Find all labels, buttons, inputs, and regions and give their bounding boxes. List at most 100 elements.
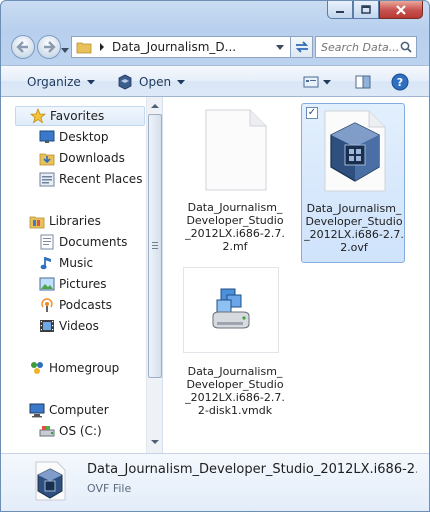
- open-label: Open: [139, 75, 172, 89]
- documents-icon: [39, 234, 55, 250]
- nav-item-pictures[interactable]: Pictures: [1, 274, 146, 294]
- grip-icon: [152, 242, 158, 249]
- forward-button[interactable]: [37, 35, 61, 59]
- back-arrow-icon: [16, 41, 28, 53]
- search-input[interactable]: [321, 40, 401, 54]
- navigation-pane: Favorites Desktop Downloads Recent Place…: [1, 97, 163, 453]
- back-button[interactable]: [11, 35, 35, 59]
- change-view-button[interactable]: [303, 72, 331, 92]
- nav-label: Pictures: [59, 277, 107, 291]
- nav-favorites[interactable]: Favorites: [15, 106, 145, 126]
- virtualbox-icon: [324, 110, 386, 192]
- nav-scrollbar[interactable]: [146, 97, 163, 453]
- nav-label: Favorites: [50, 109, 105, 123]
- chevron-down-icon: [86, 79, 95, 84]
- close-icon: [396, 4, 406, 15]
- address-path[interactable]: Data_Journalism_D...: [112, 40, 236, 54]
- nav-label: Podcasts: [59, 298, 112, 312]
- vmdk-disk-icon: [212, 288, 250, 329]
- nav-label: Desktop: [59, 130, 109, 144]
- maximize-icon: [361, 5, 371, 14]
- open-button[interactable]: Open: [117, 72, 186, 92]
- minimize-button[interactable]: [327, 1, 353, 19]
- chevron-down-icon[interactable]: [276, 45, 284, 51]
- details-file-type: OVF File: [87, 482, 132, 495]
- nav-item-videos[interactable]: Videos: [1, 316, 146, 336]
- virtualbox-icon: [35, 461, 66, 501]
- chevron-down-icon: [177, 79, 186, 84]
- nav-libraries[interactable]: Libraries: [1, 211, 146, 231]
- nav-item-recent-places[interactable]: Recent Places: [1, 169, 146, 189]
- blank-file-icon: [205, 109, 267, 191]
- file-name: Data_Journalism_ Developer_Studio _2012L…: [185, 201, 285, 253]
- nav-label: Computer: [49, 403, 109, 417]
- preview-pane-icon: [355, 75, 371, 89]
- nav-item-downloads[interactable]: Downloads: [1, 148, 146, 168]
- folder-icon: [76, 42, 92, 54]
- svg-text:?: ?: [397, 76, 403, 89]
- refresh-icon: [295, 41, 308, 53]
- file-thumbnail: [183, 267, 279, 353]
- scroll-down-icon[interactable]: [147, 435, 163, 449]
- close-button[interactable]: [379, 1, 423, 19]
- nav-item-desktop[interactable]: Desktop: [1, 127, 146, 147]
- maximize-button[interactable]: [353, 1, 379, 19]
- help-button[interactable]: ?: [391, 72, 409, 92]
- organize-button[interactable]: Organize: [27, 72, 95, 92]
- search-box: [315, 36, 417, 58]
- file-thumbnail: [183, 107, 287, 193]
- pictures-icon: [39, 276, 55, 292]
- homegroup-icon: [29, 360, 45, 376]
- organize-label: Organize: [27, 75, 81, 89]
- file-item-selected[interactable]: ✓ Data_Journalism_ Developer_Studio _201…: [301, 103, 405, 263]
- file-list: Data_Journalism_ Developer_Studio _2012L…: [163, 97, 429, 453]
- nav-label: Recent Places: [59, 172, 143, 186]
- chevron-down-icon: [61, 48, 69, 53]
- recent-places-icon: [39, 171, 55, 187]
- explorer-window: Data_Journalism_D... Organize Open: [0, 0, 430, 512]
- scroll-up-icon[interactable]: [147, 99, 163, 113]
- star-icon: [30, 108, 46, 124]
- downloads-folder-icon: [39, 150, 55, 166]
- file-name: Data_Journalism_ Developer_Studio _2012L…: [185, 365, 285, 417]
- file-thumbnail: [302, 108, 406, 194]
- nav-label: Documents: [59, 235, 128, 249]
- computer-icon: [29, 402, 45, 418]
- minimize-icon: [336, 10, 344, 13]
- virtualbox-icon: [118, 74, 132, 90]
- nav-item-podcasts[interactable]: Podcasts: [1, 295, 146, 315]
- search-icon[interactable]: [400, 41, 412, 53]
- videos-icon: [39, 318, 55, 334]
- nav-item-music[interactable]: Music: [1, 253, 146, 273]
- navigation-bar: Data_Journalism_D...: [9, 33, 421, 61]
- address-bar[interactable]: Data_Journalism_D...: [71, 36, 291, 58]
- file-item[interactable]: Data_Journalism_ Developer_Studio _2012L…: [183, 267, 287, 429]
- nav-item-os-drive[interactable]: OS (C:): [1, 421, 146, 441]
- nav-label: Videos: [59, 319, 99, 333]
- nav-homegroup[interactable]: Homegroup: [1, 358, 146, 378]
- music-note-icon: [39, 255, 55, 271]
- podcast-icon: [39, 297, 55, 313]
- drive-icon: [39, 423, 55, 439]
- nav-label: Homegroup: [49, 361, 120, 375]
- nav-item-documents[interactable]: Documents: [1, 232, 146, 252]
- command-bar: Organize Open ?: [1, 65, 429, 97]
- recent-pages-dropdown[interactable]: [61, 43, 69, 57]
- nav-computer[interactable]: Computer: [1, 400, 146, 420]
- file-item[interactable]: Data_Journalism_ Developer_Studio _2012L…: [183, 103, 287, 263]
- details-pane: Data_Journalism_Developer_Studio_2012LX.…: [1, 453, 429, 511]
- libraries-icon: [29, 213, 45, 229]
- refresh-button[interactable]: [291, 36, 313, 58]
- nav-label: Downloads: [59, 151, 125, 165]
- desktop-icon: [39, 129, 55, 145]
- caption-buttons: [327, 1, 423, 21]
- view-icon: [303, 76, 319, 88]
- nav-label: Music: [59, 256, 94, 270]
- file-name: Data_Journalism_ Developer_Studio _2012L…: [304, 202, 404, 254]
- details-file-name: Data_Journalism_Developer_Studio_2012LX.…: [87, 462, 417, 477]
- nav-label: Libraries: [49, 214, 101, 228]
- forward-arrow-icon: [44, 41, 56, 53]
- preview-pane-button[interactable]: [355, 72, 371, 92]
- scroll-thumb[interactable]: [148, 114, 162, 378]
- breadcrumb-arrow-icon[interactable]: [98, 42, 106, 52]
